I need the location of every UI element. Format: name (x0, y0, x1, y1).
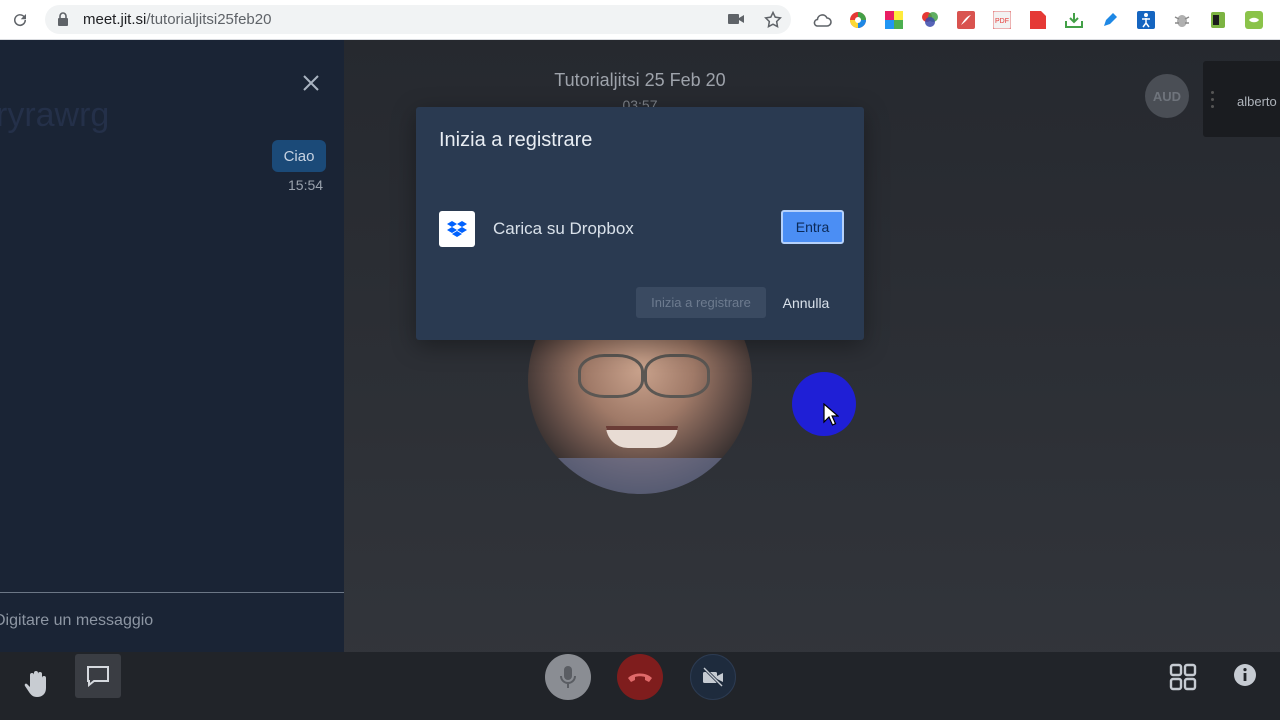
url-text: meet.jit.si/tutorialjitsi25feb20 (83, 11, 272, 28)
reload-icon[interactable] (8, 8, 32, 32)
bookmark-star-icon[interactable] (763, 10, 783, 35)
lock-icon (57, 12, 69, 31)
color-wheel-extension-icon[interactable] (840, 7, 876, 33)
pdf-file-icon[interactable] (1020, 7, 1056, 33)
tile-view-icon (1169, 663, 1197, 691)
mouse-pointer-icon (823, 403, 839, 426)
microphone-icon (560, 666, 576, 688)
dropbox-icon (447, 221, 467, 237)
microphone-button[interactable] (545, 654, 591, 700)
info-button[interactable] (1228, 658, 1262, 692)
chat-message-time: 15:54 (288, 177, 324, 193)
download-tray-icon[interactable] (1056, 7, 1092, 33)
extensions-bar: PDF (804, 7, 1272, 33)
chat-toggle-button[interactable] (75, 654, 121, 698)
pdf-converter-icon[interactable]: PDF (984, 7, 1020, 33)
dropbox-signin-button[interactable]: Entra (781, 210, 844, 244)
dropbox-logo (439, 211, 475, 247)
green-extension-icon[interactable] (1236, 7, 1272, 33)
browser-toolbar: meet.jit.si/tutorialjitsi25feb20 PDF (0, 0, 1280, 40)
rgb-extension-icon[interactable] (912, 7, 948, 33)
cancel-button[interactable]: Annulla (772, 287, 840, 318)
chat-divider (0, 592, 344, 593)
dropbox-service-label: Carica su Dropbox (493, 219, 634, 238)
camera-permission-icon[interactable] (727, 12, 745, 31)
participant-name: alberto (1237, 94, 1277, 109)
remote-avatar[interactable]: AUD (1145, 74, 1189, 118)
accessibility-icon[interactable] (1128, 7, 1164, 33)
tile-view-button[interactable] (1164, 658, 1202, 696)
chat-message: Ciao (272, 140, 326, 172)
meeting-toolbar (0, 652, 1280, 720)
pen-extension-icon[interactable] (1092, 7, 1128, 33)
address-bar[interactable]: meet.jit.si/tutorialjitsi25feb20 (45, 5, 791, 34)
svg-text:PDF: PDF (995, 18, 1009, 25)
pdf-acrobat-icon[interactable] (948, 7, 984, 33)
bug-extension-icon[interactable] (1164, 7, 1200, 33)
dialog-title: Inizia a registrare (439, 129, 593, 151)
hangup-icon (628, 673, 652, 682)
more-options-icon[interactable] (1211, 91, 1215, 112)
cloud-icon[interactable] (804, 7, 840, 33)
info-icon (1234, 664, 1256, 686)
camera-button[interactable] (690, 654, 736, 700)
raise-hand-button[interactable] (16, 660, 56, 708)
evernote-icon[interactable] (1200, 7, 1236, 33)
hangup-button[interactable] (617, 654, 663, 700)
raise-hand-icon (24, 671, 46, 697)
recording-dialog: Inizia a registrare Carica su Dropbox En… (416, 107, 864, 340)
chat-faded-text: ryrawrg (0, 96, 110, 134)
participant-thumbnail[interactable]: alberto (1203, 61, 1280, 137)
start-recording-button[interactable]: Inizia a registrare (636, 287, 766, 318)
color-square-extension-icon[interactable] (876, 7, 912, 33)
camera-off-icon (702, 667, 724, 687)
chat-panel: ryrawrg Ciao 15:54 Digitare un messaggio (0, 40, 344, 652)
close-icon (303, 75, 319, 91)
close-chat-button[interactable] (298, 70, 324, 96)
chat-icon (87, 666, 109, 687)
chat-message-input[interactable]: Digitare un messaggio (0, 612, 334, 630)
